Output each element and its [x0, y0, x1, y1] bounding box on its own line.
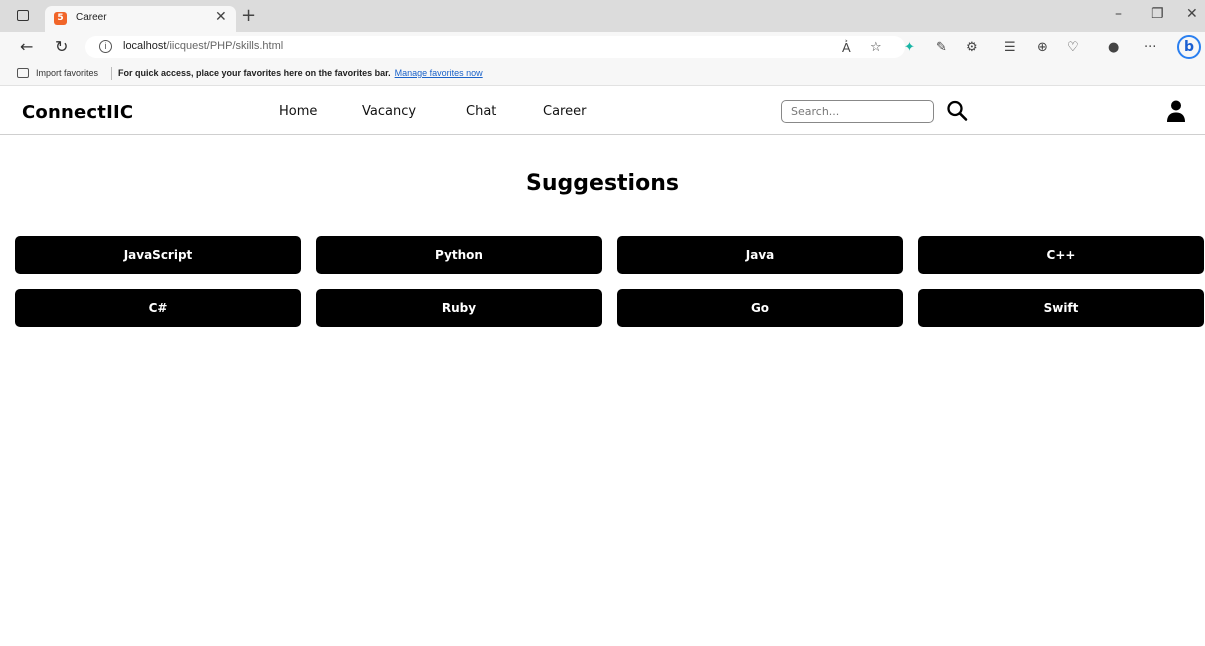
tab-title: Career	[76, 12, 107, 23]
minimize-icon[interactable]: –	[1115, 6, 1122, 22]
skill-button-cpp[interactable]: C++	[918, 236, 1204, 274]
skill-button-java[interactable]: Java	[617, 236, 903, 274]
favorites-message: For quick access, place your favorites h…	[118, 68, 483, 78]
url-host: localhost	[123, 40, 167, 52]
html-favicon-icon: 5	[54, 12, 67, 25]
nav-link-career[interactable]: Career	[543, 104, 586, 119]
web-page: ConnectIIC Home Vacancy Chat Career Sugg…	[0, 87, 1205, 646]
url-field[interactable]: i localhost/iicquest/PHP/skills.html	[85, 36, 905, 58]
close-window-icon[interactable]: ✕	[1186, 6, 1198, 22]
browser-tab-strip: 5 Career ✕ + – ❐ ✕	[0, 0, 1205, 33]
browser-essentials-icon[interactable]: ♡	[1067, 40, 1079, 55]
favorites-divider	[111, 67, 112, 80]
favorites-icon[interactable]: ☰	[1004, 40, 1016, 55]
close-tab-icon[interactable]: ✕	[215, 9, 227, 25]
info-icon[interactable]: i	[99, 40, 112, 53]
favorites-bar: Import favorites For quick access, place…	[0, 62, 1205, 86]
refresh-icon[interactable]: ↻	[55, 37, 68, 56]
site-logo[interactable]: ConnectIIC	[22, 102, 133, 123]
back-icon[interactable]: ←	[20, 37, 33, 56]
extensions-icon[interactable]: ⚙	[966, 40, 978, 55]
draw-icon[interactable]: ✎	[936, 40, 947, 55]
import-favorites-icon[interactable]	[17, 68, 29, 78]
site-navbar: ConnectIIC Home Vacancy Chat Career	[0, 87, 1205, 135]
nav-link-chat[interactable]: Chat	[466, 104, 496, 119]
page-title: Suggestions	[526, 171, 679, 196]
extension-pin-icon[interactable]: ✦	[904, 40, 915, 55]
skill-button-go[interactable]: Go	[617, 289, 903, 327]
bing-chat-icon[interactable]: b	[1177, 35, 1201, 59]
read-aloud-icon[interactable]: A͐	[842, 40, 851, 56]
favorite-star-icon[interactable]: ☆	[870, 40, 882, 55]
browser-address-bar: ← ↻ i localhost/iicquest/PHP/skills.html…	[0, 32, 1205, 62]
profile-icon[interactable]: ●	[1108, 40, 1119, 55]
more-options-icon[interactable]: ···	[1144, 40, 1156, 55]
nav-link-vacancy[interactable]: Vacancy	[362, 104, 416, 119]
nav-link-home[interactable]: Home	[279, 104, 317, 119]
favorites-message-text: For quick access, place your favorites h…	[118, 68, 391, 78]
skill-button-csharp[interactable]: C#	[15, 289, 301, 327]
user-icon[interactable]	[1165, 99, 1187, 123]
search-input[interactable]	[781, 100, 934, 123]
collections-icon[interactable]: ⊕	[1037, 40, 1048, 55]
skill-button-swift[interactable]: Swift	[918, 289, 1204, 327]
restore-icon[interactable]: ❐	[1151, 6, 1164, 22]
url-path: /iicquest/PHP/skills.html	[166, 40, 284, 52]
new-tab-icon[interactable]: +	[241, 5, 256, 26]
tab-actions-icon[interactable]	[17, 10, 29, 21]
skill-button-ruby[interactable]: Ruby	[316, 289, 602, 327]
skill-button-python[interactable]: Python	[316, 236, 602, 274]
import-favorites-link[interactable]: Import favorites	[36, 68, 98, 78]
manage-favorites-link[interactable]: Manage favorites now	[395, 68, 483, 78]
search-icon[interactable]	[945, 99, 969, 123]
browser-tab-active[interactable]: 5 Career ✕	[45, 6, 236, 33]
skill-button-javascript[interactable]: JavaScript	[15, 236, 301, 274]
url-text: localhost/iicquest/PHP/skills.html	[123, 40, 283, 52]
